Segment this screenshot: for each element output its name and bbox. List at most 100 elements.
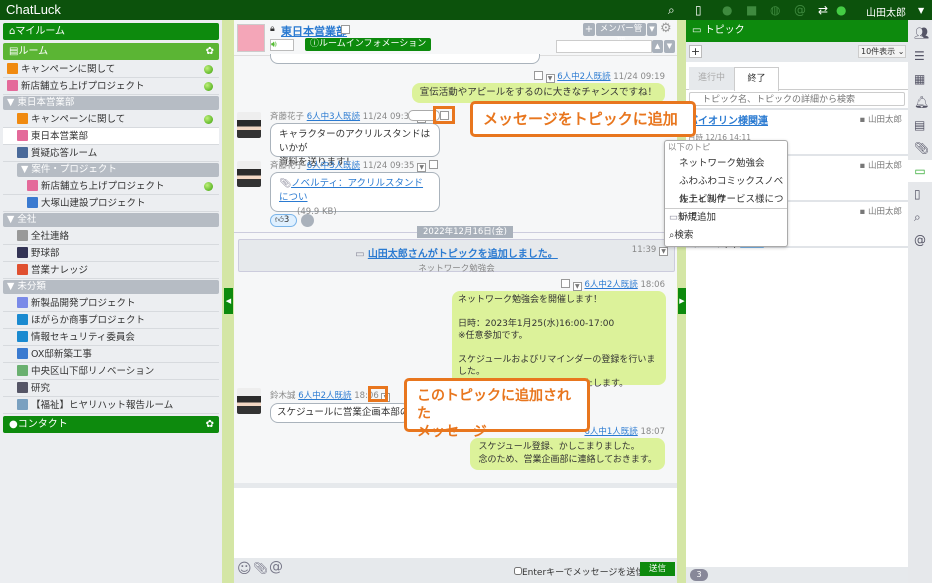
menu-item-search[interactable]: ⌕検索 (665, 227, 787, 245)
sidebar-rooms[interactable]: ▤ルーム ✿ (3, 43, 219, 60)
at-icon[interactable]: @ (914, 233, 926, 247)
room-label: 全社連絡 (31, 231, 70, 242)
chat-search-input[interactable] (556, 40, 652, 53)
switch-icon[interactable]: ⇄ (818, 3, 828, 17)
message-bubble: スケジュールに営業企画本部の高橋 (270, 403, 410, 423)
mention-icon[interactable]: @ (269, 559, 283, 575)
room-info-button[interactable]: ⓘルームインフォメーション (305, 38, 432, 51)
task-list-icon[interactable]: ☰ (914, 49, 925, 63)
tab-finished[interactable]: 終了 (734, 67, 779, 91)
members-icon[interactable]: 👥︎ (914, 26, 929, 40)
menu-item-topic[interactable]: 佐上ビルサービス様について (665, 191, 787, 223)
per-page-select[interactable]: 10件表示 ⌄ (858, 45, 906, 58)
search-prev-button[interactable]: ▲ (652, 40, 663, 53)
message-line: スケジュールおよびリマインダーの登録を行いました。 (458, 355, 656, 377)
sidebar-room-item[interactable]: 研究 (3, 380, 219, 397)
sidebar-room-item[interactable]: 全社連絡 (3, 228, 219, 245)
like-reaction-button[interactable]: 👍︎3 (270, 214, 297, 227)
sidebar-room-item[interactable]: キャンペーンに関して (3, 111, 219, 128)
topic-icon[interactable] (561, 279, 571, 288)
sidebar-group[interactable]: ▼ 東日本営業部 (3, 96, 219, 110)
sidebar-room-item[interactable]: 営業ナレッジ (3, 262, 219, 279)
collapse-topic-button[interactable]: ▶ (678, 288, 686, 314)
avatar (237, 161, 261, 187)
chevron-down-icon[interactable]: ▼ (918, 6, 924, 15)
sidebar-group[interactable]: ▼ 案件・プロジェクト (17, 163, 219, 177)
sidebar-contact[interactable]: ●コンタクト ✿ (3, 416, 219, 433)
user-icon[interactable]: ● (722, 3, 732, 17)
add-member-button[interactable]: + (583, 23, 595, 36)
sidebar-room-item[interactable]: 東日本営業部 (3, 128, 219, 145)
dropdown-icon[interactable]: ▼ (659, 247, 668, 256)
gear-icon[interactable]: ✿ (206, 43, 214, 60)
sidebar-room-item[interactable]: OX邸新築工事 (3, 346, 219, 363)
at-icon[interactable]: @ (794, 3, 806, 17)
sidebar-room-item[interactable]: 大塚山建設プロジェクト (3, 195, 219, 212)
dropdown-icon[interactable]: ▼ (417, 163, 427, 172)
menu-item-topic[interactable]: ふわふわコミックスノベルティ制作 (665, 173, 787, 205)
sidebar-room-item[interactable]: キャンペーンに関して (3, 61, 219, 78)
sidebar-room-item[interactable]: 【福祉】ヒヤリハット報告ルーム (3, 397, 219, 414)
enter-send-checkbox[interactable]: Enterキーでメッセージを送信 (514, 565, 644, 578)
room-label: 質疑応答ルーム (31, 148, 98, 159)
chat-header: 🔒︎ 東日本営業部 🔊︎ ⓘルームインフォメーション + メンバー管理 ▼ ⚙︎… (234, 20, 677, 56)
send-button[interactable]: 送信 (640, 562, 675, 576)
member-management-button[interactable]: メンバー管理 (596, 23, 646, 47)
sidebar-group[interactable]: ▼ 未分類 (3, 280, 219, 294)
sidebar-room-item[interactable]: 情報セキュリティ委員会 (3, 329, 219, 346)
user-name[interactable]: 山田太郎 (866, 4, 906, 19)
paperclip-icon[interactable]: 📎︎ (914, 141, 929, 155)
clipboard-icon[interactable]: ▯ (695, 3, 702, 17)
globe-icon[interactable]: ◍ (770, 3, 780, 17)
member-menu-dropdown[interactable]: ▼ (647, 23, 657, 36)
room-icon (17, 365, 28, 376)
sidebar-room-item[interactable]: 野球部 (3, 245, 219, 262)
calendar-icon[interactable]: ▦ (914, 72, 925, 86)
sidebar-room-item[interactable]: 中央区山下邸リノベーション (3, 363, 219, 380)
room-label: 研究 (31, 383, 51, 394)
message-input[interactable] (234, 488, 677, 558)
topic-search-input[interactable] (689, 92, 905, 106)
dropdown-icon[interactable]: ▼ (545, 74, 555, 83)
clipboard-icon[interactable]: ▯ (914, 187, 921, 201)
collapse-sidebar-button[interactable]: ◀ (224, 288, 233, 314)
room-icon (27, 180, 38, 191)
chat-icon[interactable]: ■ (746, 3, 757, 17)
sidebar-room-item[interactable]: 新店舗立ち上げプロジェクト (3, 178, 219, 195)
reaction-menu-icon[interactable] (301, 214, 314, 227)
bell-icon[interactable]: 🔔︎ (914, 95, 929, 109)
topic-icon[interactable] (341, 25, 350, 34)
paperclip-icon[interactable]: 📎︎ (253, 561, 268, 575)
search-next-button[interactable]: ▼ (664, 40, 675, 53)
sidebar-room-item[interactable]: ほがらか商事プロジェクト (3, 312, 219, 329)
avatar (237, 388, 261, 414)
add-topic-button[interactable]: + (689, 45, 702, 58)
tab-in-progress[interactable]: 進行中 (689, 67, 734, 90)
caret-down-icon: ▼ (7, 214, 18, 225)
sidebar-room-item[interactable]: 新店舗立ち上げプロジェクト (3, 78, 219, 95)
sidebar-room-item[interactable]: 新製品開発プロジェクト (3, 295, 219, 312)
topic-icon: ▭ (355, 249, 365, 260)
search-icon[interactable]: ⌕ (914, 210, 921, 225)
topic-icon[interactable] (428, 160, 438, 169)
menu-item-new[interactable]: ▭新規追加 (665, 209, 787, 227)
menu-item-topic[interactable]: ネットワーク勉強会 (665, 155, 787, 173)
speaker-icon[interactable]: 🔊︎ (270, 39, 294, 51)
room-icon (17, 314, 28, 325)
gear-icon[interactable]: ✿ (206, 416, 214, 433)
sidebar-group[interactable]: ▼ 全社 (3, 213, 219, 227)
sidebar-room-item[interactable]: 質疑応答ルーム (3, 145, 219, 162)
room-label: キャンペーンに関して (31, 114, 126, 125)
room-name[interactable]: 東日本営業部 (281, 23, 347, 39)
dropdown-icon[interactable]: ▼ (572, 282, 582, 291)
sidebar-myroom[interactable]: ⌂マイルーム (3, 23, 219, 40)
topic-icon[interactable] (533, 71, 543, 80)
search-chat-icon[interactable]: ⌕ (668, 3, 675, 18)
gear-icon[interactable]: ⚙︎ (660, 21, 672, 36)
emoji-icon[interactable]: ☺ (237, 561, 252, 577)
board-icon[interactable]: ▤ (914, 118, 925, 132)
room-label: 営業ナレッジ (31, 265, 89, 276)
callout-add-topic: メッセージをトピックに追加 (470, 101, 696, 137)
topic-icon[interactable]: ▭ (908, 160, 932, 182)
message-bubble: キャラクターのアクリルスタンドはいかが 資料を送ります！ (270, 123, 440, 168)
